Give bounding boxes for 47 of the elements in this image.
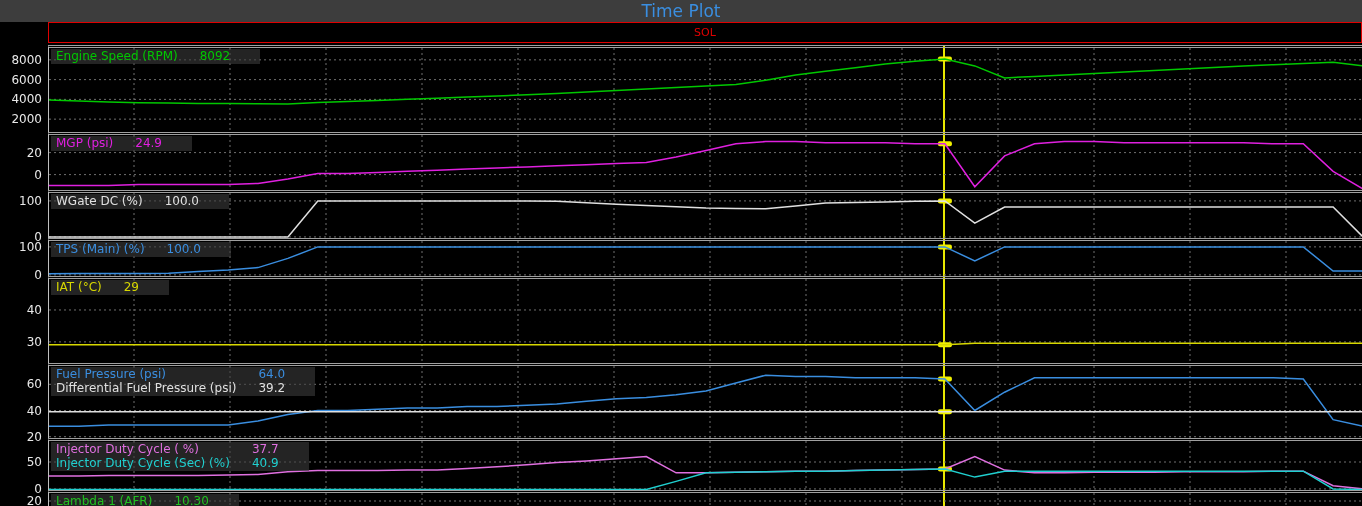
channel-value: 100.0 — [164, 194, 199, 208]
axis-tick-label: 0 — [34, 166, 42, 183]
window-title: Time Plot — [641, 1, 721, 21]
channel-value: 37.7 — [251, 442, 279, 456]
channel-name: MGP (psi) — [56, 136, 114, 150]
axis-tick-label: 2000 — [11, 111, 42, 128]
channel-name: Injector Duty Cycle (Sec) (%) — [56, 456, 230, 470]
axis-tick-label: 30 — [26, 333, 42, 350]
axis-tick-label: 0 — [34, 266, 42, 283]
channel-value: 8092 — [199, 49, 231, 63]
axis-tick-label: 6000 — [11, 71, 42, 88]
channel-value: 10.30 — [174, 494, 209, 506]
cursor-marker — [937, 376, 952, 382]
axis-tick-label: 60 — [26, 376, 42, 393]
cursor-marker — [937, 409, 952, 415]
cursor-marker — [937, 466, 952, 472]
channel-value: 24.9 — [135, 136, 162, 150]
channel-name: Fuel Pressure (psi) — [56, 367, 167, 381]
cursor-marker — [937, 198, 952, 204]
axis-tick-label: 20 — [26, 428, 42, 445]
channel-name: Lambda 1 (AFR) — [56, 494, 153, 506]
axis-tick-label: 0 — [34, 480, 42, 496]
cursor-marker — [937, 342, 952, 348]
axis-tick-label: 20 — [26, 144, 42, 161]
cursor-line[interactable] — [942, 45, 945, 506]
channel-name: IAT (°C) — [56, 280, 102, 294]
channel-value: 40.9 — [251, 456, 279, 470]
cursor-marker — [937, 141, 952, 147]
axis-tick-label: 40 — [26, 402, 42, 419]
alarm-text: SOL — [694, 26, 716, 39]
channel-value: 64.0 — [258, 367, 286, 381]
channel-name: Differential Fuel Pressure (psi) — [56, 381, 237, 395]
axis-tick-label: 40 — [26, 301, 42, 318]
axis-tick-label: 4000 — [11, 91, 42, 108]
channel-name: TPS (Main) (%) — [56, 242, 145, 256]
axis-tick-label: 20 — [26, 493, 42, 506]
channel-value: 29 — [123, 280, 139, 294]
cursor-marker — [937, 244, 952, 250]
channel-name: WGate DC (%) — [56, 194, 143, 208]
channel-name: Engine Speed (RPM) — [56, 49, 178, 63]
axis-tick-label: 50 — [26, 454, 42, 470]
axis-tick-label: 8000 — [11, 51, 42, 68]
cursor-marker — [937, 56, 952, 62]
channel-value: 100.0 — [166, 242, 201, 256]
axis-tick-label: 100 — [19, 192, 42, 209]
channel-value: 39.2 — [258, 381, 286, 395]
channel-name: Injector Duty Cycle ( %) — [56, 442, 200, 456]
